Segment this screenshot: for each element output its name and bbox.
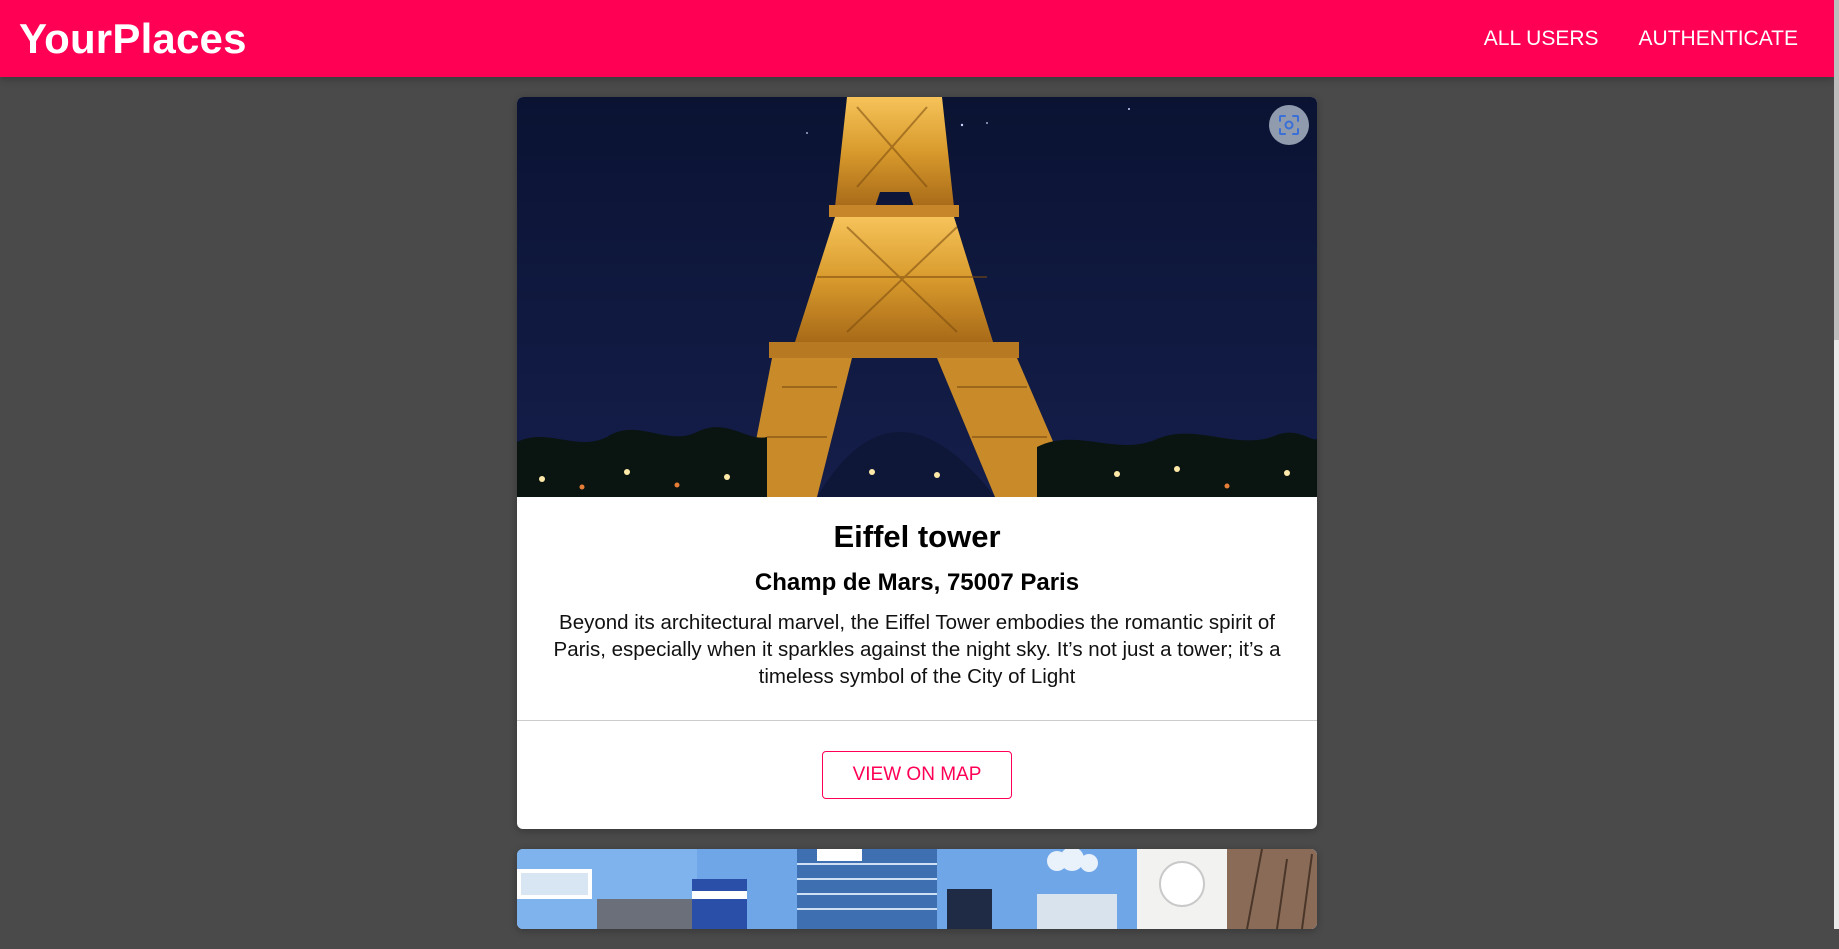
shibuya-photo [517, 849, 1317, 929]
place-address: Champ de Mars, 75007 Paris [754, 569, 1080, 596]
place-list: Eiffel tower Champ de Mars, 75007 Paris … [517, 97, 1317, 949]
place-item [517, 849, 1317, 929]
place-actions: VIEW ON MAP [517, 720, 1317, 829]
place-image [517, 97, 1317, 497]
place-title: Eiffel tower [833, 519, 1001, 554]
scrollbar-thumb[interactable] [1834, 0, 1839, 340]
main-navigation: ALL USERS AUTHENTICATE [1484, 27, 1798, 51]
nav-all-users-link[interactable]: ALL USERS [1484, 27, 1599, 51]
place-image [517, 849, 1317, 929]
nav-authenticate-link[interactable]: AUTHENTICATE [1639, 27, 1798, 51]
image-search-button[interactable] [1269, 105, 1309, 145]
place-description: Beyond its architectural marvel, the Eif… [553, 611, 1281, 688]
lens-icon [1279, 115, 1299, 135]
logo-link[interactable]: YourPlaces [19, 15, 247, 63]
eiffel-tower-photo [517, 97, 1317, 497]
main-header: YourPlaces ALL USERS AUTHENTICATE [0, 0, 1834, 77]
view-on-map-button[interactable]: VIEW ON MAP [821, 751, 1013, 799]
place-info: Eiffel tower Champ de Mars, 75007 Paris … [517, 497, 1317, 720]
scrollbar[interactable] [1834, 0, 1839, 929]
place-item: Eiffel tower Champ de Mars, 75007 Paris … [517, 97, 1317, 829]
